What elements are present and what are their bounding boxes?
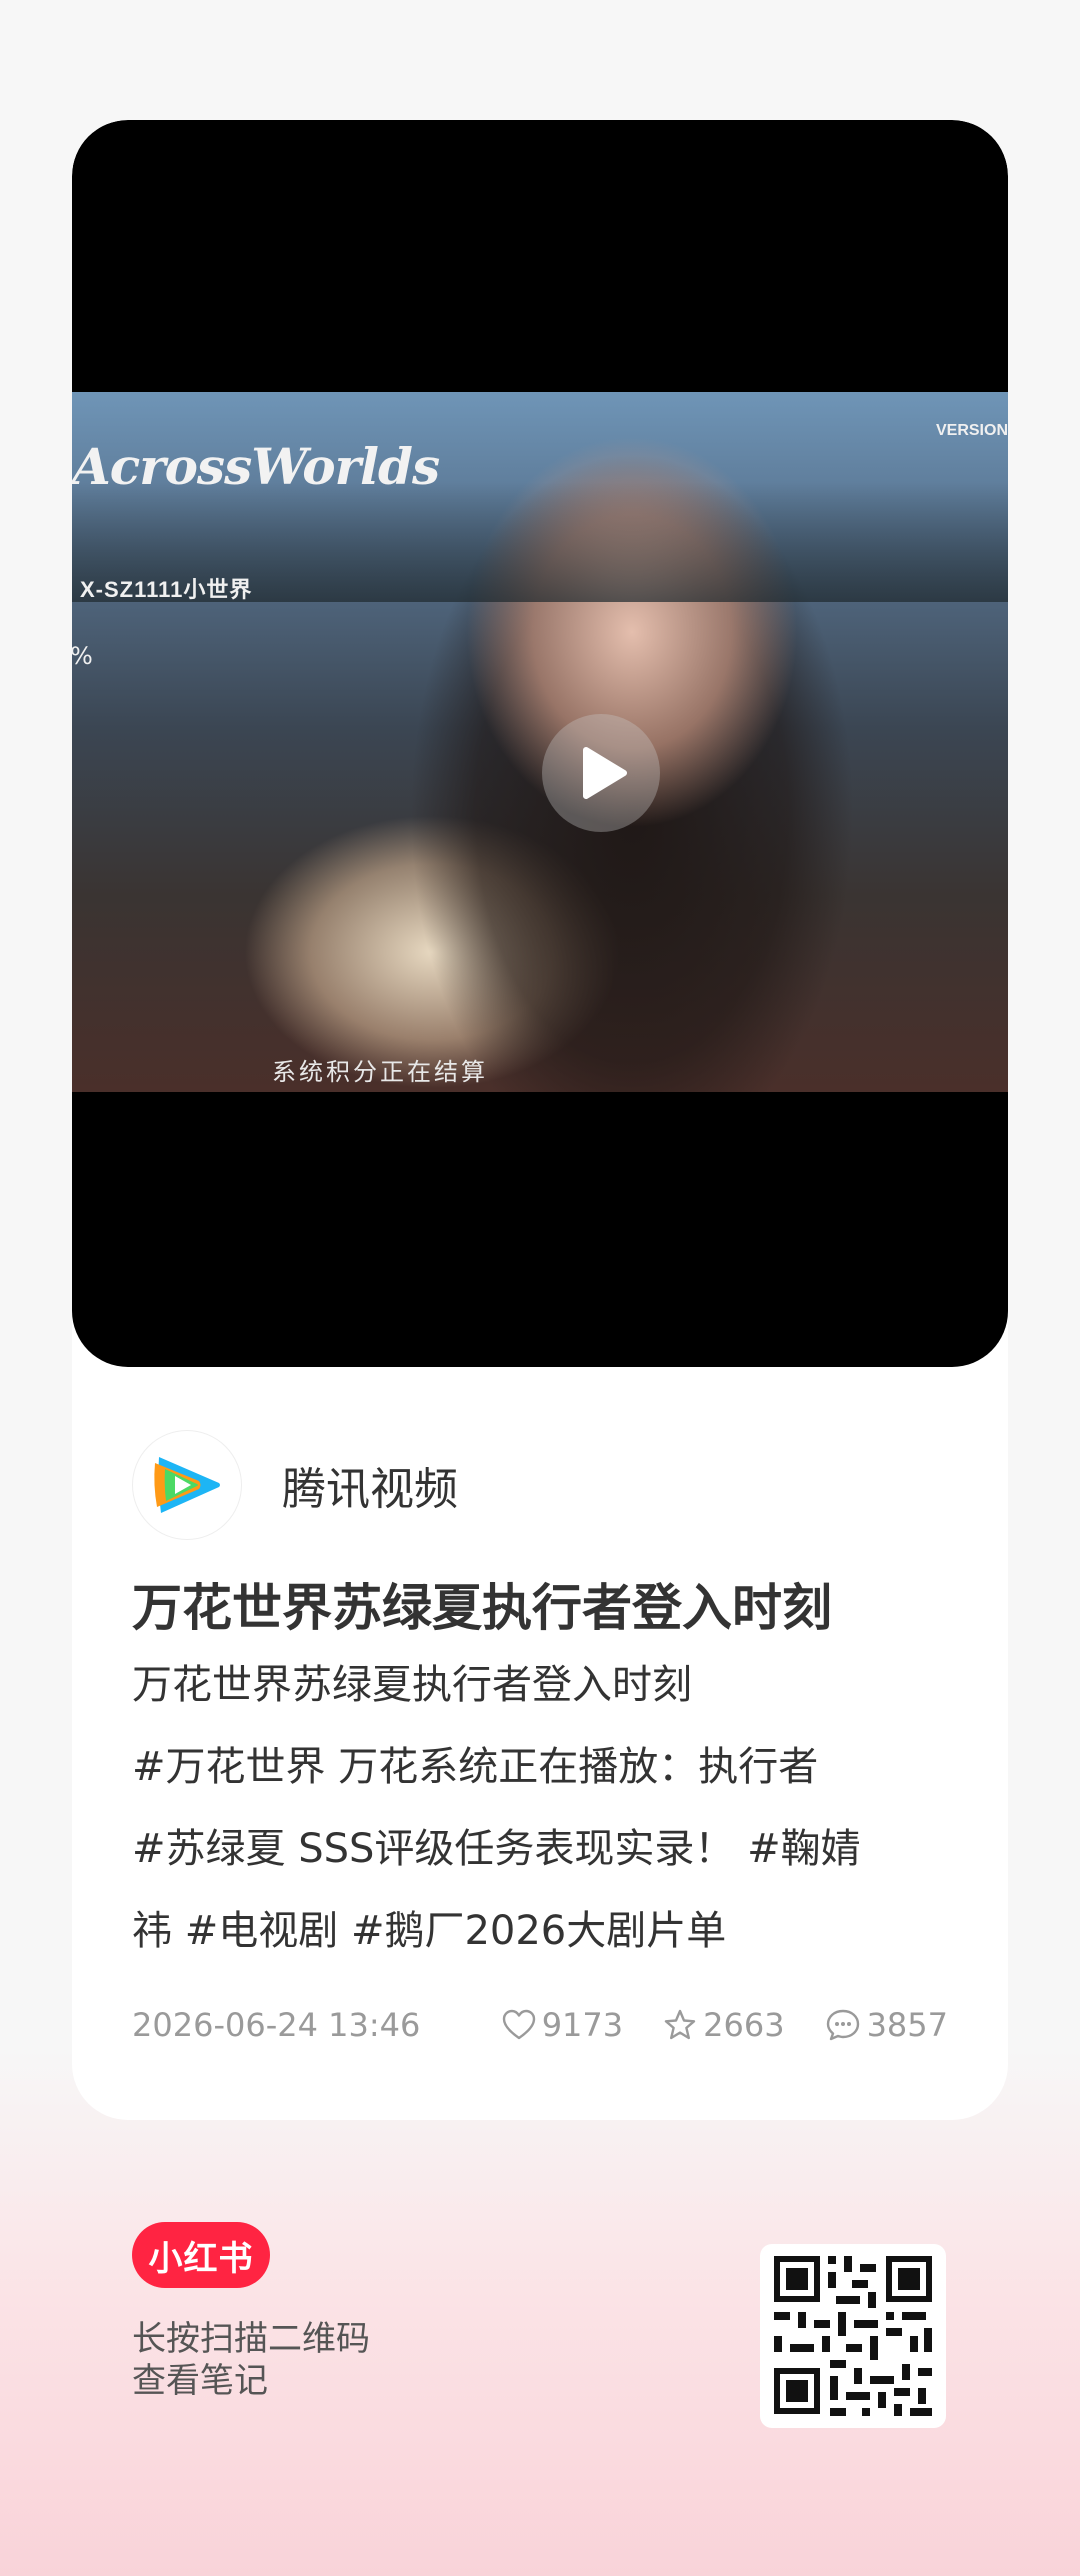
play-icon xyxy=(583,747,627,799)
note-card: AcrossWorlds X-SZ1111小世界 % VERSION 系统积分正… xyxy=(72,120,1008,2120)
comment-stat[interactable]: 3857 xyxy=(825,2006,948,2044)
scan-hint: 长按扫描二维码 查看笔记 xyxy=(132,2318,370,2402)
scan-line: 查看笔记 xyxy=(132,2361,268,2401)
post-date: 2026-06-24 13:46 xyxy=(132,2006,421,2044)
xiaohongshu-logo: 小红书 xyxy=(132,2222,270,2288)
post-title: 万花世界苏绿夏执行者登入时刻 xyxy=(132,1579,832,1637)
post-meta: 2026-06-24 13:46 9173 2663 3857 xyxy=(132,2000,948,2050)
author-name[interactable]: 腾讯视频 xyxy=(282,1453,458,1517)
comment-icon xyxy=(826,2009,859,2041)
video-frame: AcrossWorlds X-SZ1111小世界 % VERSION 系统积分正… xyxy=(72,392,1008,1092)
star-icon xyxy=(664,2009,696,2040)
scan-line: 长按扫描二维码 xyxy=(132,2319,370,2359)
video-player[interactable]: AcrossWorlds X-SZ1111小世界 % VERSION 系统积分正… xyxy=(72,120,1008,1367)
comment-count: 3857 xyxy=(866,2006,948,2044)
overlay-logo: AcrossWorlds xyxy=(72,437,440,496)
qr-code-icon xyxy=(774,2256,932,2416)
like-count: 9173 xyxy=(541,2006,624,2044)
overlay-version: VERSION xyxy=(935,422,1008,439)
play-button[interactable] xyxy=(542,714,660,832)
desc-line[interactable]: #苏绿夏 SSS评级任务表现实录！ #鞠婧 xyxy=(132,1808,962,1890)
collect-stat[interactable]: 2663 xyxy=(663,2006,785,2044)
overlay-code: X-SZ1111小世界 xyxy=(80,577,253,602)
post-description: 万花世界苏绿夏执行者登入时刻 #万花世界 万花系统正在播放：执行者 #苏绿夏 S… xyxy=(132,1644,962,1972)
qr-code[interactable] xyxy=(760,2244,946,2428)
author-row[interactable]: 腾讯视频 xyxy=(132,1430,458,1540)
author-avatar[interactable] xyxy=(132,1430,242,1540)
desc-line: 万花世界苏绿夏执行者登入时刻 xyxy=(132,1662,692,1708)
tencent-video-logo-icon xyxy=(154,1457,220,1513)
video-subtitle: 系统积分正在结算 xyxy=(272,1058,488,1086)
collect-count: 2663 xyxy=(703,2006,785,2044)
overlay-percent: % xyxy=(72,642,93,670)
desc-line[interactable]: #万花世界 万花系统正在播放：执行者 xyxy=(132,1726,962,1808)
heart-icon xyxy=(502,2009,535,2040)
like-stat[interactable]: 9173 xyxy=(502,2006,623,2044)
desc-line[interactable]: 祎 #电视剧 #鹅厂2026大剧片单 xyxy=(132,1890,962,1972)
